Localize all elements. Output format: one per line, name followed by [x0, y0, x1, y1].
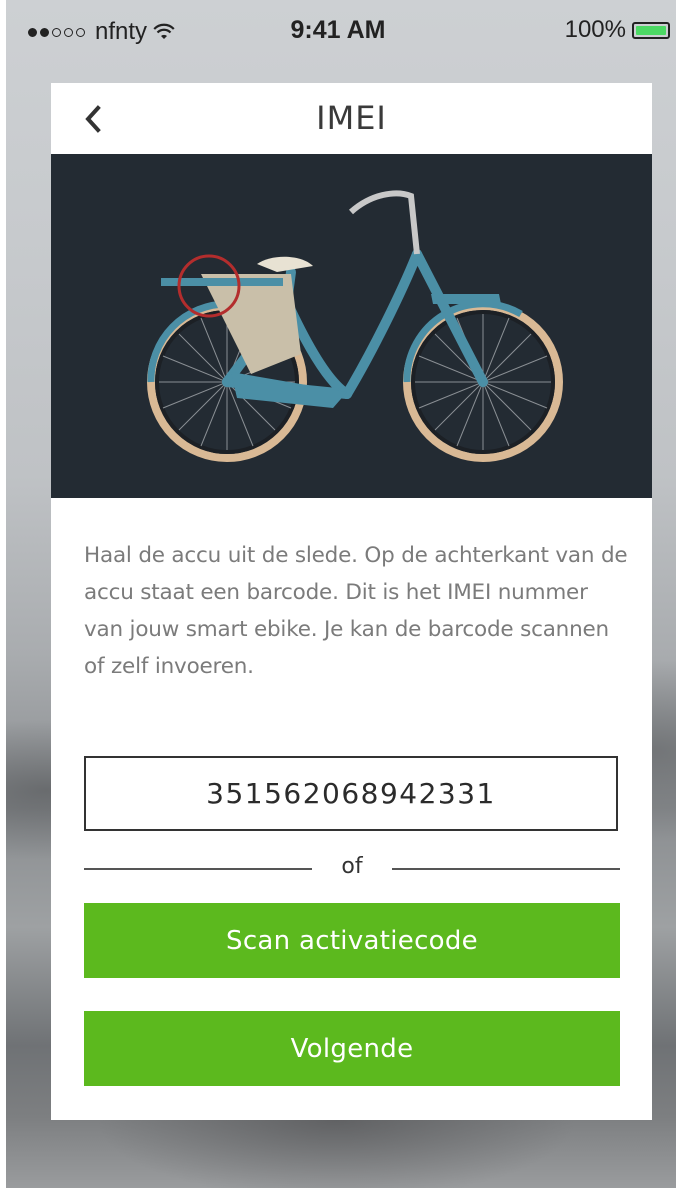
imei-input[interactable] [84, 756, 618, 831]
bike-illustration [51, 154, 652, 498]
screen: nfnty 9:41 AM 100% IMEI Haal de accu uit… [0, 0, 676, 1188]
bike-image [147, 190, 563, 462]
imei-card: IMEI Haal de accu uit de slede. Op de ac… [51, 83, 652, 1120]
divider-text: of [341, 854, 363, 879]
scan-activation-code-button[interactable]: Scan activatiecode [84, 903, 620, 978]
instruction-text: Haal de accu uit de slede. Op de achterk… [84, 543, 628, 679]
next-button[interactable]: Volgende [84, 1011, 620, 1086]
card-header: IMEI [51, 83, 652, 154]
divider-line-right [392, 868, 620, 870]
or-divider: of [84, 854, 620, 884]
next-button-label: Volgende [290, 1033, 414, 1064]
page-title: IMEI [316, 99, 387, 137]
battery-icon [632, 21, 670, 39]
status-battery-group: 100% [565, 16, 670, 44]
scan-button-label: Scan activatiecode [226, 925, 478, 956]
status-bar: nfnty 9:41 AM 100% [0, 0, 676, 62]
battery-percentage: 100% [564, 16, 626, 43]
